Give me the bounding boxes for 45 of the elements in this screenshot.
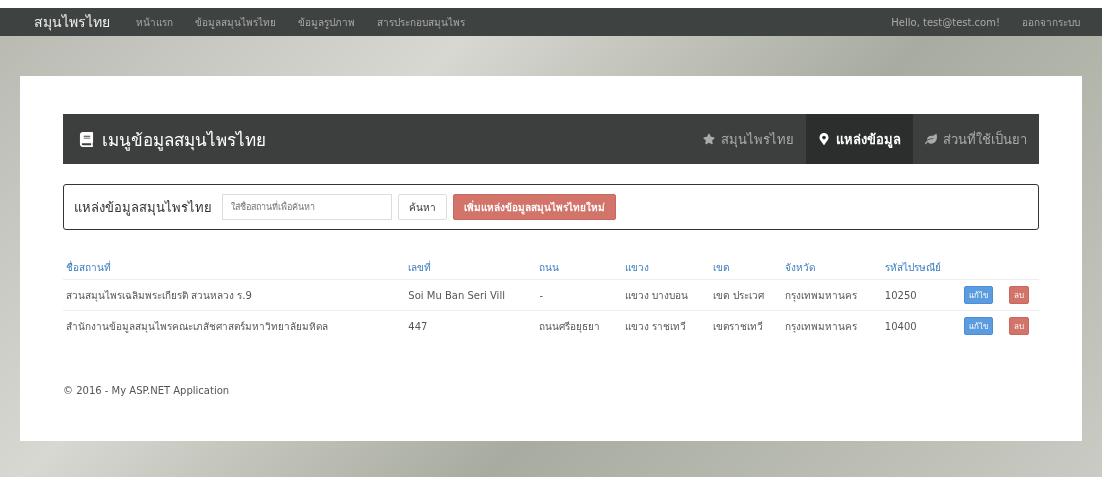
- greeting-link[interactable]: Hello, test@test.com!: [891, 16, 1000, 28]
- nav-link[interactable]: ข้อมูลรูปภาพ: [298, 14, 355, 30]
- table-cell: กรุงเทพมหานคร: [782, 279, 882, 311]
- footer-text: © 2016 - My ASP.NET Application: [63, 385, 231, 396]
- column-header: ชื่อสถานที่: [63, 256, 406, 280]
- column-header: รหัสไปรษณีย์: [881, 256, 961, 280]
- leaf-icon: [925, 133, 937, 145]
- table-cell: Soi Mu Ban Seri Vill: [405, 279, 537, 311]
- add-button[interactable]: เพิ่มแหล่งข้อมูลสมุนไพรไทยใหม่: [453, 194, 616, 220]
- table-cell: สำนักงานข้อมูลสมุนไพรคณะเภสัชศาสตร์มหาวิทยาลัยมหิดล: [63, 310, 406, 341]
- column-header: แขวง: [622, 256, 711, 280]
- delete-button[interactable]: ลบ: [1008, 317, 1029, 335]
- table-cell: เขตราชเทวี: [710, 310, 783, 341]
- panel-title: เมนูข้อมูลสมุนไพรไทย: [102, 128, 267, 153]
- column-header: เลขที่: [405, 256, 537, 280]
- column-header: จังหวัด: [782, 256, 882, 280]
- table-cell: แขวง บางบอน: [622, 279, 711, 311]
- menu-tab[interactable]: สมุนไพรไทย: [691, 114, 806, 164]
- search-button[interactable]: ค้นหา: [398, 194, 447, 220]
- nav-link[interactable]: ข้อมูลสมุนไพรไทย: [195, 14, 276, 30]
- search-label: แหล่งข้อมูลสมุนไพรไทย: [74, 198, 212, 218]
- delete-button[interactable]: ลบ: [1008, 286, 1029, 304]
- pin-icon: [818, 133, 830, 145]
- table-cell: -: [536, 279, 622, 311]
- edit-button[interactable]: แก้ไข: [964, 286, 993, 304]
- table-cell: 10400: [881, 310, 961, 341]
- table-cell: กรุงเทพมหานคร: [782, 310, 882, 341]
- table-cell: เขต ประเวศ: [710, 279, 783, 311]
- search-field[interactable]: ใส่ชื่อสถานที่เพื่อค้นหา: [222, 194, 392, 220]
- logout-link[interactable]: ออกจากระบบ: [1022, 14, 1080, 30]
- nav-link[interactable]: สารประกอบสมุนไพร: [377, 14, 465, 30]
- nav-link[interactable]: หน้าแรก: [136, 14, 173, 30]
- table-cell: สวนสมุนไพรเฉลิมพระเกียรติ สวนหลวง ร.9: [63, 279, 406, 311]
- table-cell: 447: [405, 310, 537, 341]
- brand-link[interactable]: สมุนไพรไทย: [34, 11, 110, 33]
- menu-tab[interactable]: ส่วนที่ใช้เป็นยา: [913, 114, 1039, 164]
- menu-tab[interactable]: แหล่งข้อมูล: [806, 114, 913, 164]
- edit-button[interactable]: แก้ไข: [964, 317, 993, 335]
- table-cell: 10250: [881, 279, 961, 311]
- table-cell: ถนนศรีอยุธยา: [536, 310, 622, 341]
- star-icon: [703, 133, 715, 145]
- column-header: เขต: [710, 256, 783, 280]
- table-cell: แขวง ราชเทวี: [622, 310, 711, 341]
- book-icon: [79, 131, 94, 147]
- column-header: ถนน: [536, 256, 622, 280]
